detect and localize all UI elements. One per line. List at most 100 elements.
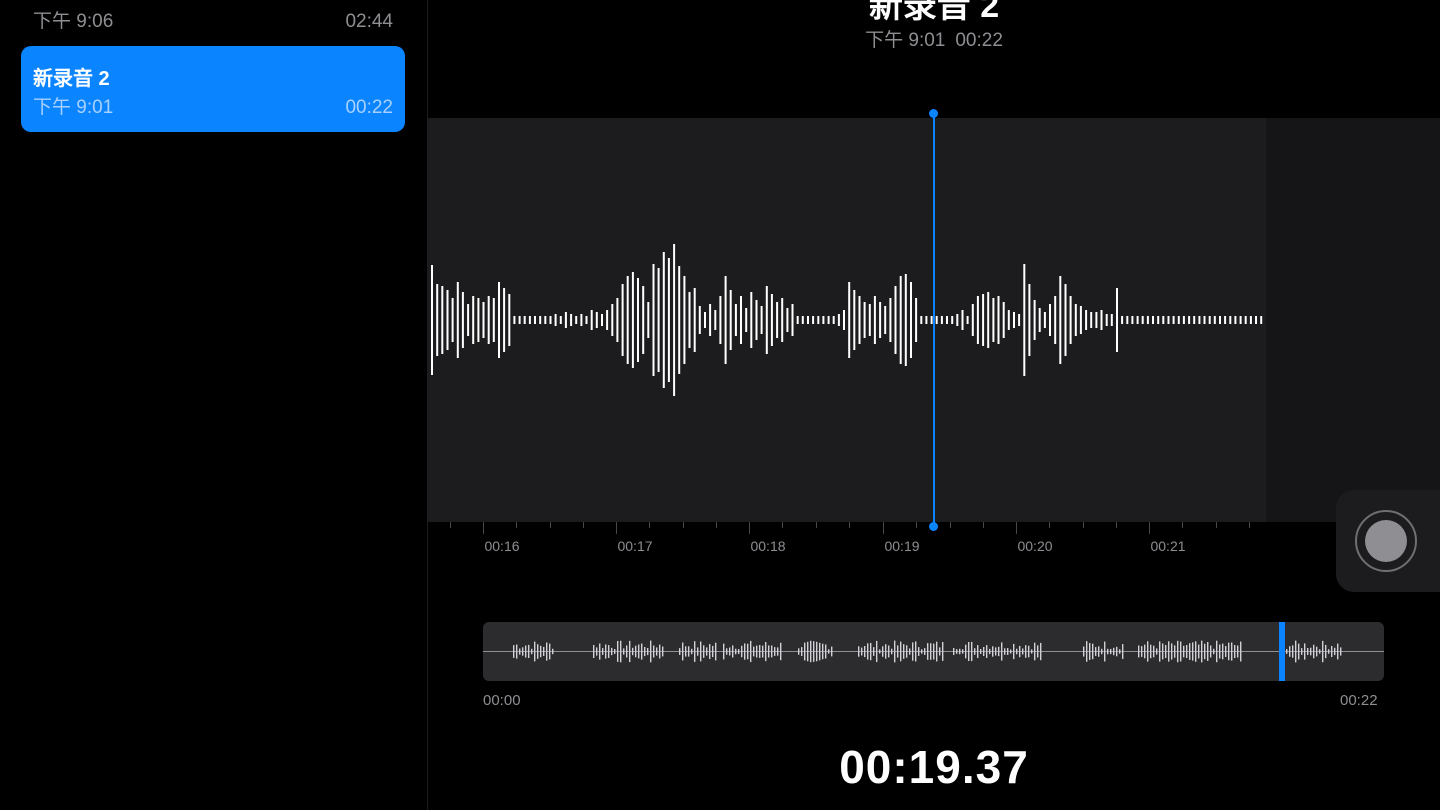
overview-bar <box>891 648 893 655</box>
waveform-bar <box>693 288 696 352</box>
recording-duration: 00:22 <box>955 30 1003 51</box>
waveform-bar <box>585 316 588 324</box>
recording-list-item[interactable]: 下午 9:06 02:44 <box>21 0 405 46</box>
overview-playhead[interactable] <box>1279 622 1285 681</box>
overview-bar <box>516 644 518 659</box>
overview-bar <box>750 640 752 663</box>
ruler-tick <box>483 522 484 534</box>
overview-bar <box>1189 643 1191 660</box>
overview-bar <box>810 640 812 663</box>
waveform-bar <box>976 296 979 344</box>
overview-bar <box>513 645 515 658</box>
overview-bar <box>1171 643 1173 660</box>
overview-start-time: 00:00 <box>483 692 521 709</box>
overview-bar <box>1331 646 1333 657</box>
record-button[interactable] <box>1355 510 1417 572</box>
overview-bar <box>712 645 714 658</box>
ruler-tick <box>450 522 451 528</box>
overview-bar <box>549 643 551 660</box>
waveform-bar <box>482 302 485 338</box>
waveform-bar <box>678 266 681 374</box>
playhead-top-handle[interactable] <box>929 109 938 118</box>
overview-bar <box>798 648 800 655</box>
waveform-bar <box>631 272 634 368</box>
overview-bar <box>1168 641 1170 662</box>
overview-bar <box>635 645 637 658</box>
overview-bar <box>1086 641 1088 662</box>
waveform-bar <box>1049 304 1051 336</box>
overview-bar <box>599 643 601 660</box>
overview-bar <box>596 647 598 656</box>
overview-bar <box>1016 648 1018 655</box>
waveform-bar <box>1182 316 1185 324</box>
overview-bar <box>909 648 911 655</box>
overview-bar <box>650 640 652 663</box>
waveform-bar <box>982 294 985 346</box>
overview-bar <box>858 646 860 657</box>
waveform-bar <box>683 276 686 364</box>
waveform-bar <box>1126 316 1129 324</box>
waveform-bar <box>1172 316 1175 324</box>
overview-bar <box>930 643 932 660</box>
overview-bar <box>777 647 779 656</box>
overview-bar <box>747 643 749 660</box>
overview-bar <box>1095 647 1097 656</box>
waveform-bar <box>770 294 773 346</box>
recording-title[interactable]: 新录音 2 <box>428 0 1440 27</box>
waveform-bar <box>704 312 706 328</box>
overview-bar <box>977 645 979 658</box>
overview-bar <box>1298 643 1300 660</box>
overview-bar <box>974 648 976 655</box>
recording-list-item-selected[interactable]: 新录音 2 下午 9:01 00:22 <box>21 46 405 132</box>
waveform-bar <box>1043 312 1046 328</box>
overview-bar <box>953 648 955 655</box>
ruler-tick <box>649 522 650 528</box>
overview-bar <box>1198 644 1200 659</box>
timeline-label: 00:19 <box>884 538 920 554</box>
waveform-bar <box>513 316 516 324</box>
ruler-tick <box>950 522 951 528</box>
waveform-bar <box>1069 296 1072 344</box>
overview-bar <box>647 648 649 656</box>
overview-bar <box>825 644 827 659</box>
overview-bar <box>534 641 536 662</box>
overview-bar <box>1286 649 1288 654</box>
overview-bar <box>1119 649 1121 654</box>
overview-bar <box>1004 648 1006 655</box>
overview-bar <box>623 648 625 655</box>
overview-bar <box>679 648 681 655</box>
overview-bar <box>780 642 782 661</box>
waveform-bar <box>590 310 593 330</box>
current-time: 00:19.37 <box>839 741 1029 793</box>
playhead-bottom-handle[interactable] <box>929 522 938 531</box>
overview-bar <box>1107 648 1109 655</box>
waveform-bar <box>951 316 954 324</box>
waveform-bar <box>1219 316 1221 324</box>
overview-bar <box>1319 649 1321 654</box>
waveform-bar <box>946 316 948 324</box>
overview-bar <box>700 641 702 662</box>
recording-name: 新录音 2 <box>33 68 110 90</box>
playhead[interactable] <box>933 113 935 527</box>
overview-bar <box>1031 649 1033 654</box>
waveform-bar <box>606 310 609 330</box>
waveform-bar <box>740 296 742 344</box>
waveform-bar <box>1208 316 1211 324</box>
ruler-tick <box>983 522 984 528</box>
waveform-bar <box>544 316 547 324</box>
waveform-bar <box>472 296 475 344</box>
waveform-bar <box>1105 314 1108 326</box>
waveform-bar <box>523 316 526 324</box>
overview-bar <box>1210 645 1212 658</box>
overview-bar <box>918 647 920 656</box>
overview-bar <box>1010 649 1012 654</box>
waveform-bar <box>750 292 753 348</box>
overview-scrubber[interactable] <box>483 622 1384 681</box>
waveform-bar <box>966 316 969 324</box>
ruler-tick <box>883 522 884 534</box>
overview-bar <box>602 648 604 655</box>
overview-bar <box>528 644 530 658</box>
overview-bar <box>831 646 833 657</box>
waveform-bar <box>673 244 676 396</box>
overview-bar <box>1213 648 1215 655</box>
